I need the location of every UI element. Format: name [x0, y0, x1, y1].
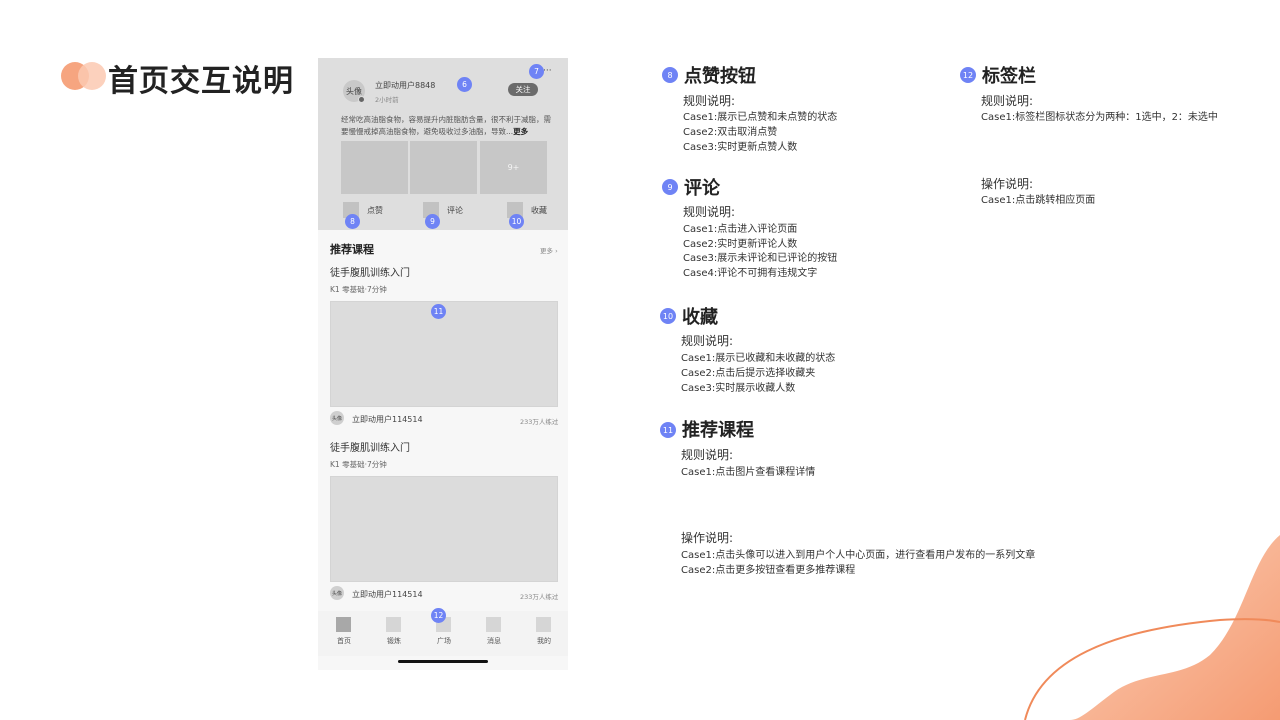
case-line: Case3:实时展示收藏人数 [681, 383, 796, 394]
recommend-more-link[interactable]: 更多 › [540, 245, 558, 255]
marker-8: 8 [345, 214, 360, 229]
case-line: Case1:展示已收藏和未收藏的状态 [681, 353, 836, 364]
course-count: 233万人练过 [520, 418, 559, 426]
annotation-title-collect: 收藏 [682, 307, 718, 328]
post-content: 经常吃高油脂食物，容易提升内脏脂肪含量，很不利于减脂，需要慢慢戒掉高油脂食物，避… [341, 114, 551, 138]
annotation-title-comment: 评论 [684, 178, 720, 199]
rule-title: 规则说明: [683, 205, 736, 219]
case-line: Case1:展示已点赞和未点赞的状态 [683, 112, 838, 123]
case-line: Case2:双击取消点赞 [683, 127, 778, 138]
marker-11: 11 [431, 304, 446, 319]
tab-mine[interactable]: 我的 [529, 636, 559, 646]
tab-home[interactable]: 首页 [329, 636, 359, 646]
like-label[interactable]: 点赞 [367, 205, 383, 216]
case-line: Case1:点击跳转相应页面 [981, 195, 1096, 206]
post-image[interactable] [341, 141, 408, 194]
case-line: Case3:展示未评论和已评论的按钮 [683, 253, 838, 264]
collect-label[interactable]: 收藏 [531, 205, 547, 216]
post-username: 立即动用户8848 [375, 81, 436, 90]
case-line: Case1:点击进入评论页面 [683, 224, 798, 235]
post-time: 2小时前 [375, 96, 399, 104]
case-line: Case1:点击头像可以进入到用户个人中心页面，进行查看用户发布的一系列文章 [681, 550, 1036, 561]
home-indicator [398, 660, 488, 663]
case-line: Case2:点击后提示选择收藏夹 [681, 368, 816, 379]
post-more-link[interactable]: 更多 [513, 127, 528, 136]
more-options-icon[interactable]: ··· [543, 66, 552, 76]
case-line: Case1:标签栏图标状态分为两种：1选中，2：未选中 [981, 112, 1218, 123]
phone-mockup: 头像 立即动用户8848 2小时前 关注 ··· 经常吃高油脂食物，容易提升内脏… [318, 58, 568, 670]
annotation-badge: 10 [660, 308, 676, 324]
course-avatar[interactable]: 头像 [330, 411, 344, 425]
tab-train[interactable]: 锻炼 [379, 636, 409, 646]
case-line: Case4:评论不可拥有违规文字 [683, 268, 818, 279]
rule-title: 规则说明: [683, 94, 736, 108]
case-line: Case1:点击图片查看课程详情 [681, 467, 816, 478]
tab-home-icon[interactable] [336, 617, 351, 632]
annotation-badge: 12 [960, 67, 976, 83]
marker-12: 12 [431, 608, 446, 623]
rule-title: 规则说明: [981, 94, 1034, 108]
course-name[interactable]: 徒手腹肌训练入门 [330, 439, 410, 454]
course-name[interactable]: 徒手腹肌训练入门 [330, 264, 410, 279]
decorative-wave [1024, 535, 1280, 720]
post-image-more[interactable]: 9+ [480, 141, 547, 194]
operation-title: 操作说明: [981, 177, 1034, 191]
case-line: Case2:实时更新评论人数 [683, 239, 798, 250]
course-image[interactable] [330, 301, 558, 407]
course-user: 立即动用户114514 [352, 590, 423, 599]
post-card: 头像 立即动用户8848 2小时前 关注 ··· 经常吃高油脂食物，容易提升内脏… [318, 58, 568, 230]
case-line: Case2:点击更多按钮查看更多推荐课程 [681, 565, 856, 576]
case-line: Case3:实时更新点赞人数 [683, 142, 798, 153]
comment-label[interactable]: 评论 [447, 205, 463, 216]
post-image[interactable] [410, 141, 477, 194]
tab-square[interactable]: 广场 [429, 636, 459, 646]
avatar-status-dot [358, 96, 365, 103]
annotation-title-tabbar: 标签栏 [982, 66, 1036, 87]
marker-7: 7 [529, 64, 544, 79]
course-user: 立即动用户114514 [352, 415, 423, 424]
course-meta: K1 零基础·7分钟 [330, 460, 387, 469]
annotation-badge: 11 [660, 422, 676, 438]
course-image[interactable] [330, 476, 558, 582]
marker-10: 10 [509, 214, 524, 229]
annotation-badge: 9 [662, 179, 678, 195]
rule-title: 规则说明: [681, 448, 734, 462]
more-label: 更多 [540, 247, 553, 255]
avatar-label: 头像 [346, 86, 362, 96]
chevron-right-icon: › [555, 247, 558, 255]
rule-title: 规则说明: [681, 334, 734, 348]
title-decor-dot [78, 62, 106, 90]
follow-button[interactable]: 关注 [508, 83, 538, 96]
marker-9: 9 [425, 214, 440, 229]
course-count: 233万人练过 [520, 593, 559, 601]
tab-message[interactable]: 消息 [479, 636, 509, 646]
course-meta: K1 零基础·7分钟 [330, 285, 387, 294]
marker-6: 6 [457, 77, 472, 92]
tab-train-icon[interactable] [386, 617, 401, 632]
course-avatar[interactable]: 头像 [330, 586, 344, 600]
tab-message-icon[interactable] [486, 617, 501, 632]
annotation-badge: 8 [662, 67, 678, 83]
tab-mine-icon[interactable] [536, 617, 551, 632]
page-title: 首页交互说明 [108, 64, 294, 99]
annotation-title-recommend: 推荐课程 [682, 420, 754, 441]
annotation-title-like: 点赞按钮 [684, 66, 756, 87]
recommend-title: 推荐课程 [330, 243, 374, 256]
operation-title: 操作说明: [681, 531, 734, 545]
